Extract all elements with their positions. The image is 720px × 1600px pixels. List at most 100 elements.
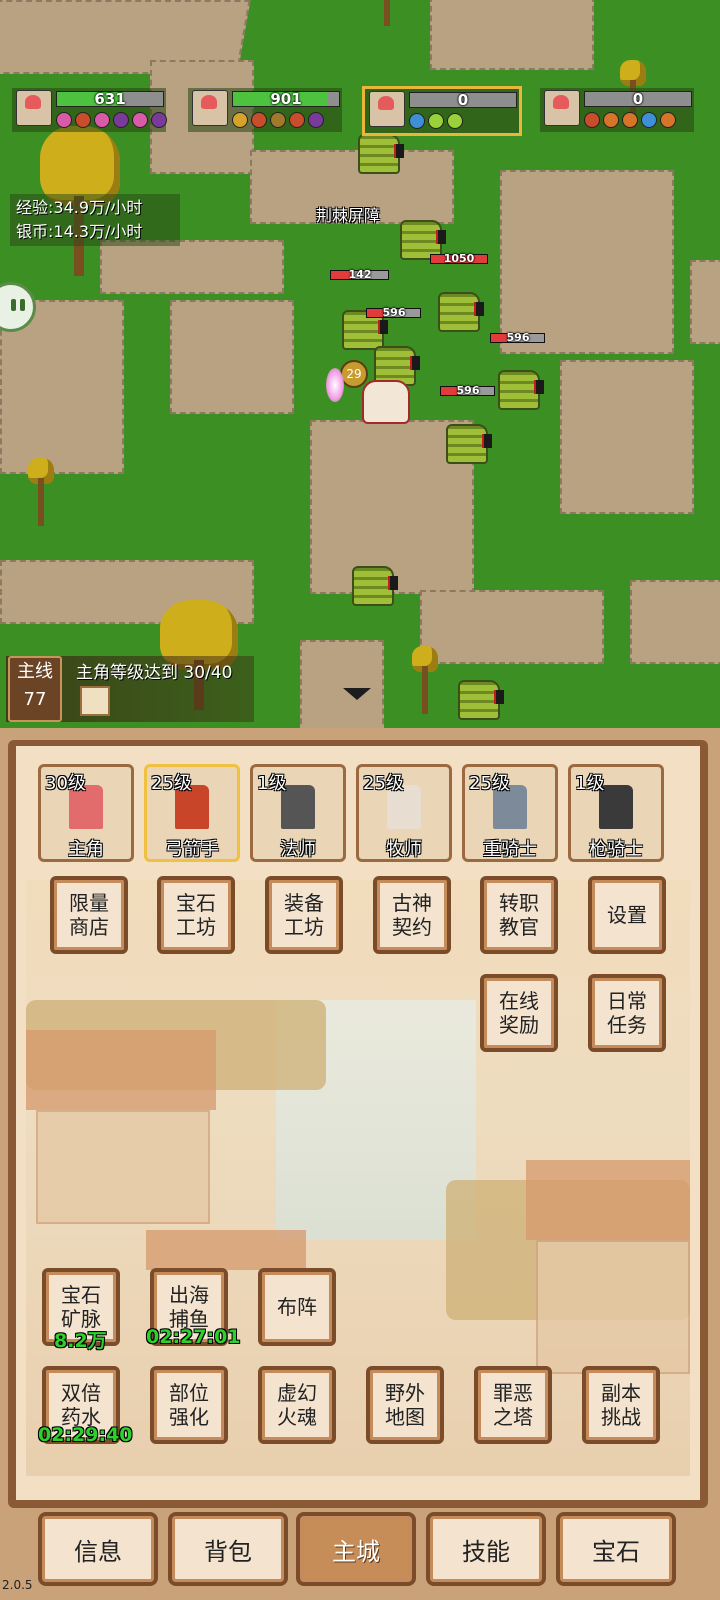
skill-name-text: 荆棘屏障 — [316, 206, 381, 225]
tree — [378, 0, 398, 26]
party-slot-3[interactable]: 0 — [362, 86, 522, 136]
settings-button[interactable]: 设置 — [588, 876, 666, 954]
quest-tag: 主线 77 — [8, 656, 62, 722]
party-hp-bar: 0 — [409, 91, 517, 109]
hero-name: 法师 — [280, 839, 316, 860]
party-slot-2[interactable]: 901 — [188, 88, 342, 132]
hero-level: 25级 — [363, 773, 404, 794]
dungeon-challenge-button[interactable]: 副本挑战 — [582, 1366, 660, 1444]
formation-button[interactable]: 布阵 — [258, 1268, 336, 1346]
hero-card-archer[interactable]: 25级 弓箭手 — [144, 764, 240, 862]
gem-workshop-button[interactable]: 宝石工坊 — [157, 876, 235, 954]
dirt-path — [430, 0, 594, 70]
tab-bag[interactable]: 背包 — [168, 1512, 288, 1586]
party-hp-bar: 0 — [584, 90, 692, 108]
collapse-arrow-icon[interactable] — [343, 688, 371, 700]
hero-card-priest[interactable]: 25级 牧师 — [356, 764, 452, 862]
skill-icon — [132, 112, 148, 128]
enemy-hp-bar: 1050 — [430, 252, 488, 265]
party-slot-1[interactable]: 631 — [12, 88, 167, 132]
party-hp-bar: 631 — [56, 90, 164, 108]
exp-rate: 经验:34.9万/小时 — [16, 198, 143, 217]
skill-icon — [270, 112, 286, 128]
skill-icon — [308, 112, 324, 128]
enemy-hp-value: 596 — [456, 384, 480, 397]
quest-text: 主角等级达到 30/40 — [76, 663, 233, 683]
enemy-hp-bar: 596 — [440, 384, 496, 397]
enemy-bandit[interactable] — [498, 370, 544, 410]
dirt-path — [560, 360, 694, 514]
skill-icon — [641, 112, 657, 128]
tab-skills[interactable]: 技能 — [426, 1512, 546, 1586]
skill-icon — [113, 112, 129, 128]
enemy-hp-bar: 142 — [330, 268, 390, 281]
hero-level: 1级 — [575, 773, 605, 794]
hero-card-main[interactable]: 30级 主角 — [38, 764, 134, 862]
dirt-path — [500, 170, 674, 354]
party-skill-icons — [584, 112, 676, 128]
hero-level: 25级 — [151, 773, 192, 794]
online-reward-button[interactable]: 在线奖励 — [480, 974, 558, 1052]
sin-tower-button[interactable]: 罪恶之塔 — [474, 1366, 552, 1444]
skill-icon — [56, 112, 72, 128]
skill-icon — [75, 112, 91, 128]
enemy-hp-value: 596 — [506, 331, 530, 344]
player-character — [362, 380, 410, 424]
hero-level: 1级 — [257, 773, 287, 794]
field-map-button[interactable]: 野外地图 — [366, 1366, 444, 1444]
tab-main-city[interactable]: 主城 — [296, 1512, 416, 1586]
party-avatar — [369, 91, 405, 127]
skill-icon — [289, 112, 305, 128]
party-skill-icons — [56, 112, 167, 128]
double-potion-timer: 02:29:40 — [38, 1424, 133, 1446]
enemy-bandit[interactable] — [438, 292, 484, 332]
version-label: 2.0.5 — [2, 1578, 33, 1592]
part-enhance-button[interactable]: 部位强化 — [150, 1366, 228, 1444]
hero-card-lancer[interactable]: 1级 枪骑士 — [568, 764, 664, 862]
dirt-path — [300, 640, 384, 728]
skill-icon — [409, 113, 425, 129]
daily-tasks-button[interactable]: 日常任务 — [588, 974, 666, 1052]
hero-card-mage[interactable]: 1级 法师 — [250, 764, 346, 862]
magic-effect — [326, 368, 344, 402]
enemy-hp-bar: 596 — [490, 331, 546, 344]
tab-info[interactable]: 信息 — [38, 1512, 158, 1586]
party-avatar — [544, 90, 580, 126]
dirt-path — [100, 240, 284, 294]
enemy-bandit[interactable] — [358, 134, 404, 174]
party-skill-icons — [409, 113, 463, 129]
hero-card-heavy-knight[interactable]: 25级 重骑士 — [462, 764, 558, 862]
enemy-hp-value: 142 — [348, 268, 372, 281]
party-skill-icons — [232, 112, 324, 128]
skill-icon — [622, 112, 638, 128]
skill-icon — [584, 112, 600, 128]
ancient-pact-button[interactable]: 古神契约 — [373, 876, 451, 954]
limited-shop-button[interactable]: 限量商店 — [50, 876, 128, 954]
party-slot-4[interactable]: 0 — [540, 88, 694, 132]
hero-name: 主角 — [68, 839, 104, 860]
job-mentor-button[interactable]: 转职教官 — [480, 876, 558, 954]
enemy-hp-value: 596 — [382, 306, 406, 319]
player-level-value: 29 — [346, 367, 362, 381]
hero-roster: 30级 主角 25级 弓箭手 1级 法师 25级 牧师 25级 重骑士 1级 枪… — [28, 746, 688, 866]
skill-icon — [94, 112, 110, 128]
enemy-bandit[interactable] — [458, 680, 504, 720]
hero-level: 25级 — [469, 773, 510, 794]
hero-name: 枪骑士 — [589, 839, 643, 860]
player-level-badge: 29 — [340, 360, 368, 388]
enemy-bandit[interactable] — [352, 566, 398, 606]
party-avatar — [192, 90, 228, 126]
equipment-workshop-button[interactable]: 装备工坊 — [265, 876, 343, 954]
tree — [28, 458, 58, 528]
enemy-bandit[interactable] — [446, 424, 492, 464]
party-avatar — [16, 90, 52, 126]
skill-icon — [251, 112, 267, 128]
tab-gems[interactable]: 宝石 — [556, 1512, 676, 1586]
phantom-soul-button[interactable]: 虚幻火魂 — [258, 1366, 336, 1444]
hero-name: 牧师 — [386, 839, 422, 860]
sea-fishing-timer: 02:27:01 — [146, 1326, 241, 1348]
main-quest[interactable]: 主线 77 主角等级达到 30/40 — [6, 656, 254, 722]
party-hp-value: 0 — [632, 90, 644, 108]
battle-field: 142 1050 596 596 596 29 荆棘屏障 631 901 0 0… — [0, 0, 720, 728]
skill-icon — [660, 112, 676, 128]
